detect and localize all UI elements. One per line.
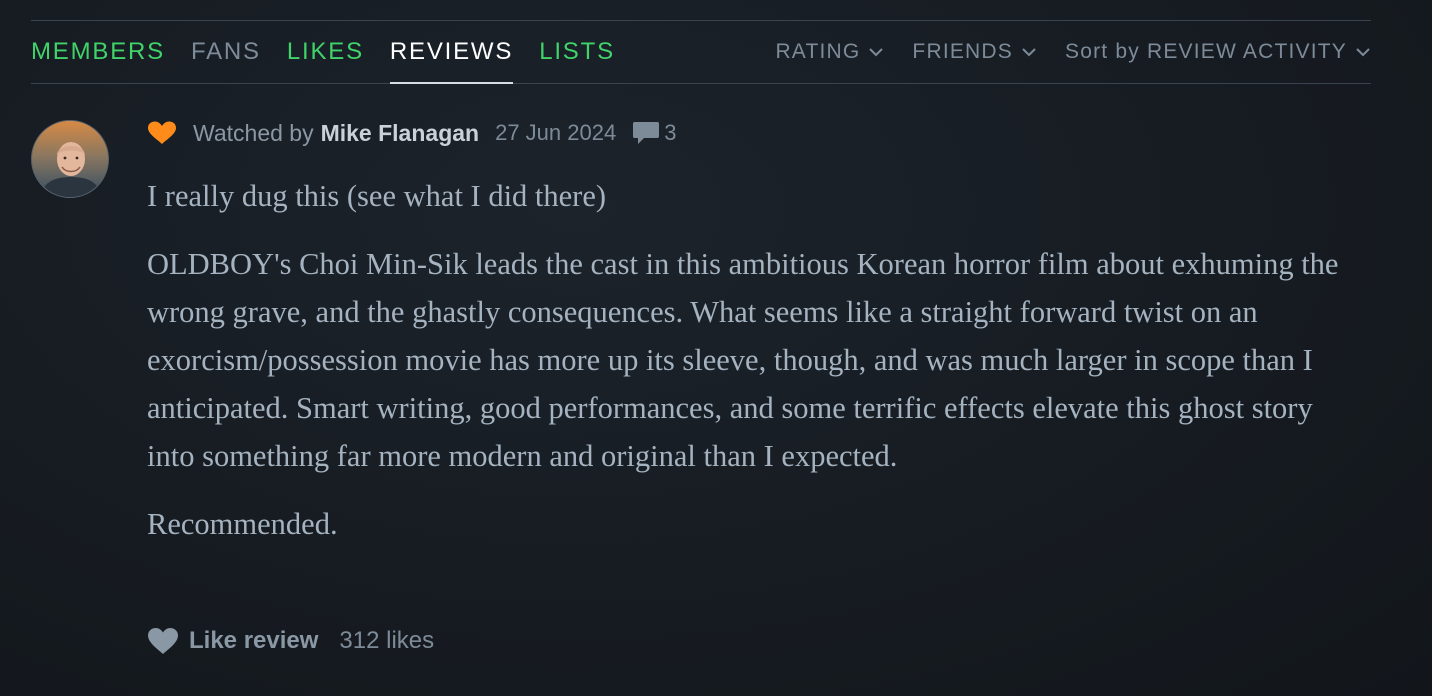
friends-filter-label: FRIENDS bbox=[912, 40, 1013, 63]
watched-by-label: Watched by bbox=[193, 119, 314, 146]
review-date[interactable]: 27 Jun 2024 bbox=[495, 120, 616, 146]
user-avatar[interactable] bbox=[31, 120, 109, 198]
like-review-button[interactable]: Like review bbox=[189, 627, 318, 655]
sort-label: Sort by REVIEW ACTIVITY bbox=[1065, 40, 1347, 63]
review-paragraph: Recommended. bbox=[147, 507, 338, 541]
tab-list: MEMBERS FANS LIKES REVIEWS LISTS bbox=[31, 21, 641, 84]
rating-filter-label: RATING bbox=[775, 40, 861, 63]
review-nav-bar: MEMBERS FANS LIKES REVIEWS LISTS RATING … bbox=[31, 21, 1371, 84]
likes-count[interactable]: 312 likes bbox=[339, 627, 434, 655]
reviewer-name-link[interactable]: Mike Flanagan bbox=[321, 120, 479, 147]
comment-icon[interactable] bbox=[632, 120, 660, 146]
chevron-down-icon bbox=[1355, 46, 1371, 58]
sort-dropdown[interactable]: Sort by REVIEW ACTIVITY bbox=[1065, 40, 1371, 64]
tab-lists[interactable]: LISTS bbox=[539, 21, 615, 83]
tab-likes[interactable]: LIKES bbox=[287, 21, 364, 83]
chevron-down-icon bbox=[1021, 46, 1037, 58]
review-meta: Watched by Mike Flanagan 27 Jun 2024 3 bbox=[147, 120, 676, 146]
tab-fans[interactable]: FANS bbox=[191, 21, 261, 83]
review-body: I really dug this (see what I did there)… bbox=[147, 172, 1357, 568]
chevron-down-icon bbox=[868, 46, 884, 58]
filter-controls: RATING FRIENDS Sort by REVIEW ACTIVITY bbox=[747, 21, 1371, 83]
tab-reviews[interactable]: REVIEWS bbox=[389, 21, 514, 84]
review-paragraph: I really dug this (see what I did there) bbox=[147, 179, 607, 213]
heart-icon bbox=[148, 121, 176, 144]
review-actions: Like review 312 likes bbox=[147, 627, 434, 655]
rating-filter-dropdown[interactable]: RATING bbox=[775, 40, 884, 64]
comment-count[interactable]: 3 bbox=[664, 120, 676, 146]
tab-members[interactable]: MEMBERS bbox=[31, 21, 165, 83]
review-paragraph: OLDBOY's Choi Min-Sik leads the cast in … bbox=[147, 247, 1339, 473]
page: MEMBERS FANS LIKES REVIEWS LISTS RATING … bbox=[0, 0, 1432, 696]
like-heart-icon[interactable] bbox=[147, 627, 179, 655]
friends-filter-dropdown[interactable]: FRIENDS bbox=[912, 40, 1037, 64]
